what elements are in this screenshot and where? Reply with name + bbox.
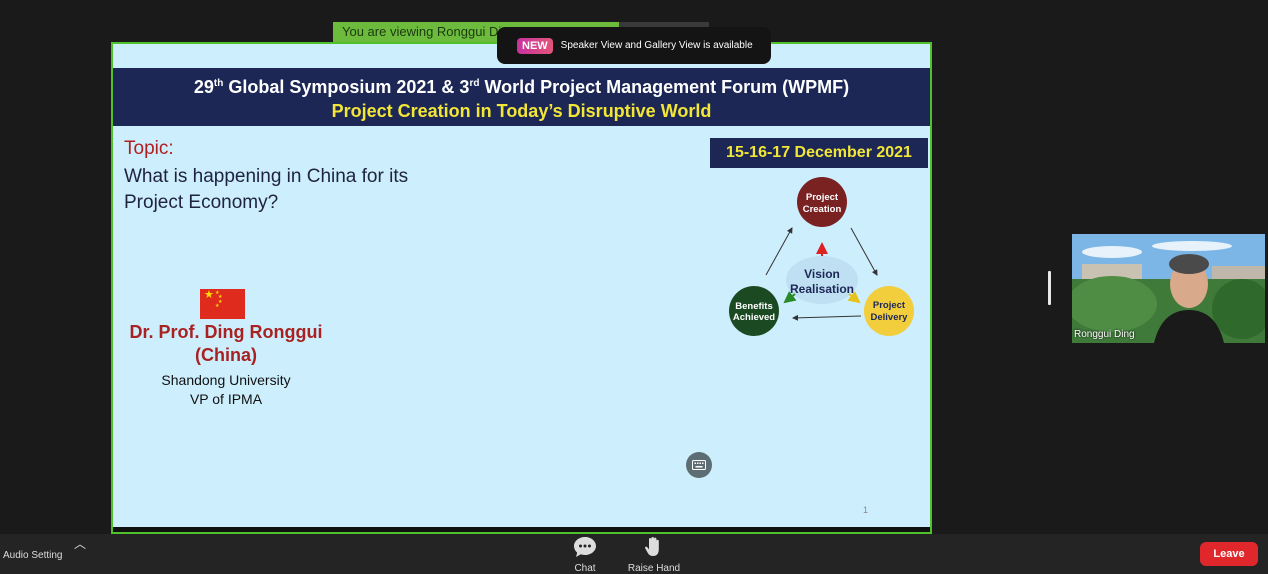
svg-text:Realisation: Realisation <box>790 282 854 296</box>
meeting-toolbar: ︿ Audio Setting Chat Raise Hand Leave <box>0 534 1268 574</box>
slide-subtitle: Project Creation in Today’s Disruptive W… <box>331 101 712 121</box>
view-availability-toast: NEW Speaker View and Gallery View is ava… <box>497 27 771 64</box>
new-badge: NEW <box>517 37 553 54</box>
topic-label: Topic: <box>124 138 174 159</box>
chevron-up-icon[interactable]: ︿ <box>74 535 86 552</box>
raise-hand-button[interactable]: Raise Hand <box>624 534 684 574</box>
project-delivery-node <box>864 286 914 336</box>
participant-video-thumbnail[interactable]: Ronggui Ding <box>1072 234 1265 343</box>
chat-button[interactable]: Chat <box>555 534 615 574</box>
svg-text:Benefits: Benefits <box>735 301 772 312</box>
raise-hand-icon <box>645 537 659 556</box>
slide-page-number: 1 <box>863 505 869 515</box>
project-cycle-diagram: Vision Realisation Project Creation Bene… <box>729 177 914 336</box>
shared-slide: 29th Global Symposium 2021 & 3rd World P… <box>111 42 932 534</box>
china-flag-icon: ★ ★ ★ ★ ★ <box>200 289 245 319</box>
svg-text:Achieved: Achieved <box>733 312 775 323</box>
svg-text:Project: Project <box>873 300 906 311</box>
speaker-affiliation: Shandong University VP of IPMA <box>161 372 291 407</box>
topic-text: What is happening in China for its Proje… <box>124 166 409 213</box>
panel-resize-handle[interactable] <box>1048 271 1051 305</box>
toast-text: Speaker View and Gallery View is availab… <box>560 40 753 51</box>
keyboard-icon[interactable] <box>686 452 712 478</box>
leave-button[interactable]: Leave <box>1200 542 1258 566</box>
video-frame <box>1072 234 1265 343</box>
event-date: 15-16-17 December 2021 <box>710 138 928 168</box>
svg-text:Creation: Creation <box>803 204 842 215</box>
audio-setting-button[interactable]: Audio Setting <box>3 550 63 561</box>
speaker-name: Dr. Prof. Ding Ronggui (China) <box>129 322 323 365</box>
slide-title: 29th Global Symposium 2021 & 3rd World P… <box>193 77 850 97</box>
svg-text:Vision: Vision <box>804 267 840 281</box>
svg-text:Project: Project <box>806 192 839 203</box>
svg-text:Delivery: Delivery <box>871 312 909 323</box>
slide-header: 29th Global Symposium 2021 & 3rd World P… <box>113 68 930 126</box>
chat-icon <box>574 537 596 557</box>
participant-name: Ronggui Ding <box>1074 329 1135 340</box>
